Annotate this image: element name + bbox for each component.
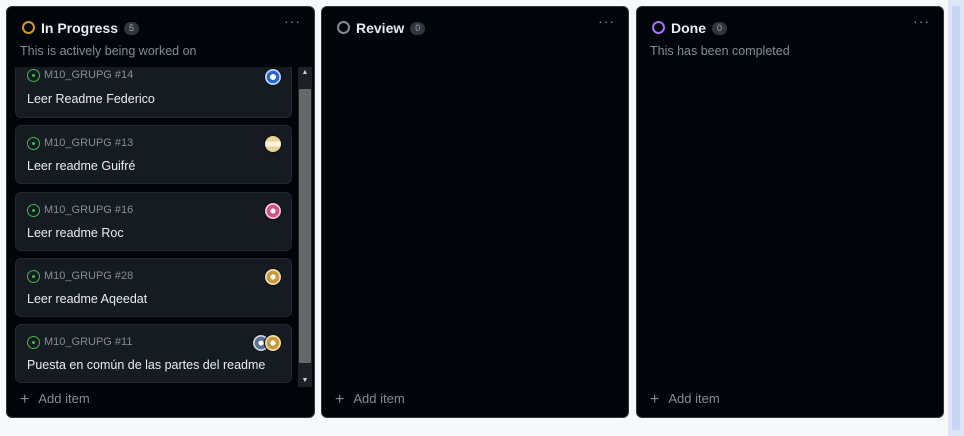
status-circle-icon xyxy=(337,21,350,34)
plus-icon: + xyxy=(650,391,660,408)
assignee-avatar[interactable] xyxy=(264,135,282,153)
assignee-avatar[interactable] xyxy=(264,334,282,352)
column-header: Done 0 This has been completed ··· xyxy=(637,7,943,67)
issue-reference[interactable]: M10_GRUPG #14 xyxy=(44,69,133,81)
open-issue-icon xyxy=(27,137,40,150)
open-issue-icon xyxy=(27,270,40,283)
status-circle-icon xyxy=(22,21,35,34)
column-header: In Progress 5 This is actively being work… xyxy=(7,7,314,67)
scroll-thumb[interactable] xyxy=(299,89,311,363)
issue-reference[interactable]: M10_GRUPG #11 xyxy=(44,336,132,348)
project-board: In Progress 5 This is actively being work… xyxy=(0,0,948,436)
column-header: Review 0 ··· xyxy=(322,7,628,67)
issue-reference[interactable]: M10_GRUPG #13 xyxy=(44,137,133,149)
column-description: This is actively being worked on xyxy=(20,44,197,58)
column-title[interactable]: Review 0 xyxy=(356,20,426,36)
issue-card[interactable]: M10_GRUPG #13 Leer readme Guifré xyxy=(15,125,292,184)
add-item-button[interactable]: + Add item xyxy=(335,391,405,409)
add-item-button[interactable]: + Add item xyxy=(650,391,720,409)
issue-title[interactable]: Leer readme Roc xyxy=(27,226,124,240)
card-list-scrollbar[interactable]: ▲ ▼ xyxy=(298,67,312,387)
issue-reference[interactable]: M10_GRUPG #16 xyxy=(44,204,133,216)
plus-icon: + xyxy=(335,391,345,408)
issue-card[interactable]: M10_GRUPG #16 Leer readme Roc xyxy=(15,192,292,251)
item-count-badge: 5 xyxy=(124,22,140,35)
scroll-up-arrow-icon[interactable]: ▲ xyxy=(298,67,312,79)
assignee-avatar[interactable] xyxy=(264,202,282,220)
item-count-badge: 0 xyxy=(712,22,727,35)
scroll-down-arrow-icon[interactable]: ▼ xyxy=(298,375,312,387)
card-list: M10_GRUPG #14 Leer Readme Federico M10_G… xyxy=(15,67,293,383)
issue-title[interactable]: Puesta en común de las partes del readme xyxy=(27,358,265,372)
column-done: Done 0 This has been completed ··· + Add i… xyxy=(636,6,944,418)
column-options-button[interactable]: ··· xyxy=(284,13,301,29)
issue-card[interactable]: M10_GRUPG #11 Puesta en común de las par… xyxy=(15,324,292,383)
column-in-progress: In Progress 5 This is actively being work… xyxy=(6,6,315,418)
issue-title[interactable]: Leer readme Aqeedat xyxy=(27,292,147,306)
column-description: This has been completed xyxy=(650,44,790,58)
issue-card[interactable]: M10_GRUPG #14 Leer Readme Federico xyxy=(15,67,292,118)
status-circle-icon xyxy=(652,21,665,34)
page-scrollbar[interactable] xyxy=(948,0,964,436)
issue-title[interactable]: Leer readme Guifré xyxy=(27,159,135,173)
issue-title[interactable]: Leer Readme Federico xyxy=(27,92,155,106)
column-options-button[interactable]: ··· xyxy=(598,13,615,29)
issue-reference[interactable]: M10_GRUPG #28 xyxy=(44,270,133,282)
plus-icon: + xyxy=(20,391,30,408)
column-title[interactable]: Done 0 xyxy=(671,20,727,36)
item-count-badge: 0 xyxy=(410,22,426,35)
add-item-button[interactable]: + Add item xyxy=(20,391,90,409)
assignee-avatar[interactable] xyxy=(264,268,282,286)
column-options-button[interactable]: ··· xyxy=(913,13,930,29)
column-review: Review 0 ··· + Add item xyxy=(321,6,629,418)
column-title[interactable]: In Progress 5 xyxy=(41,20,140,36)
open-issue-icon xyxy=(27,336,40,349)
issue-card[interactable]: M10_GRUPG #28 Leer readme Aqeedat xyxy=(15,258,292,317)
open-issue-icon xyxy=(27,204,40,217)
assignee-avatar[interactable] xyxy=(264,68,282,86)
page-scroll-thumb[interactable] xyxy=(952,6,960,430)
open-issue-icon xyxy=(27,69,40,82)
